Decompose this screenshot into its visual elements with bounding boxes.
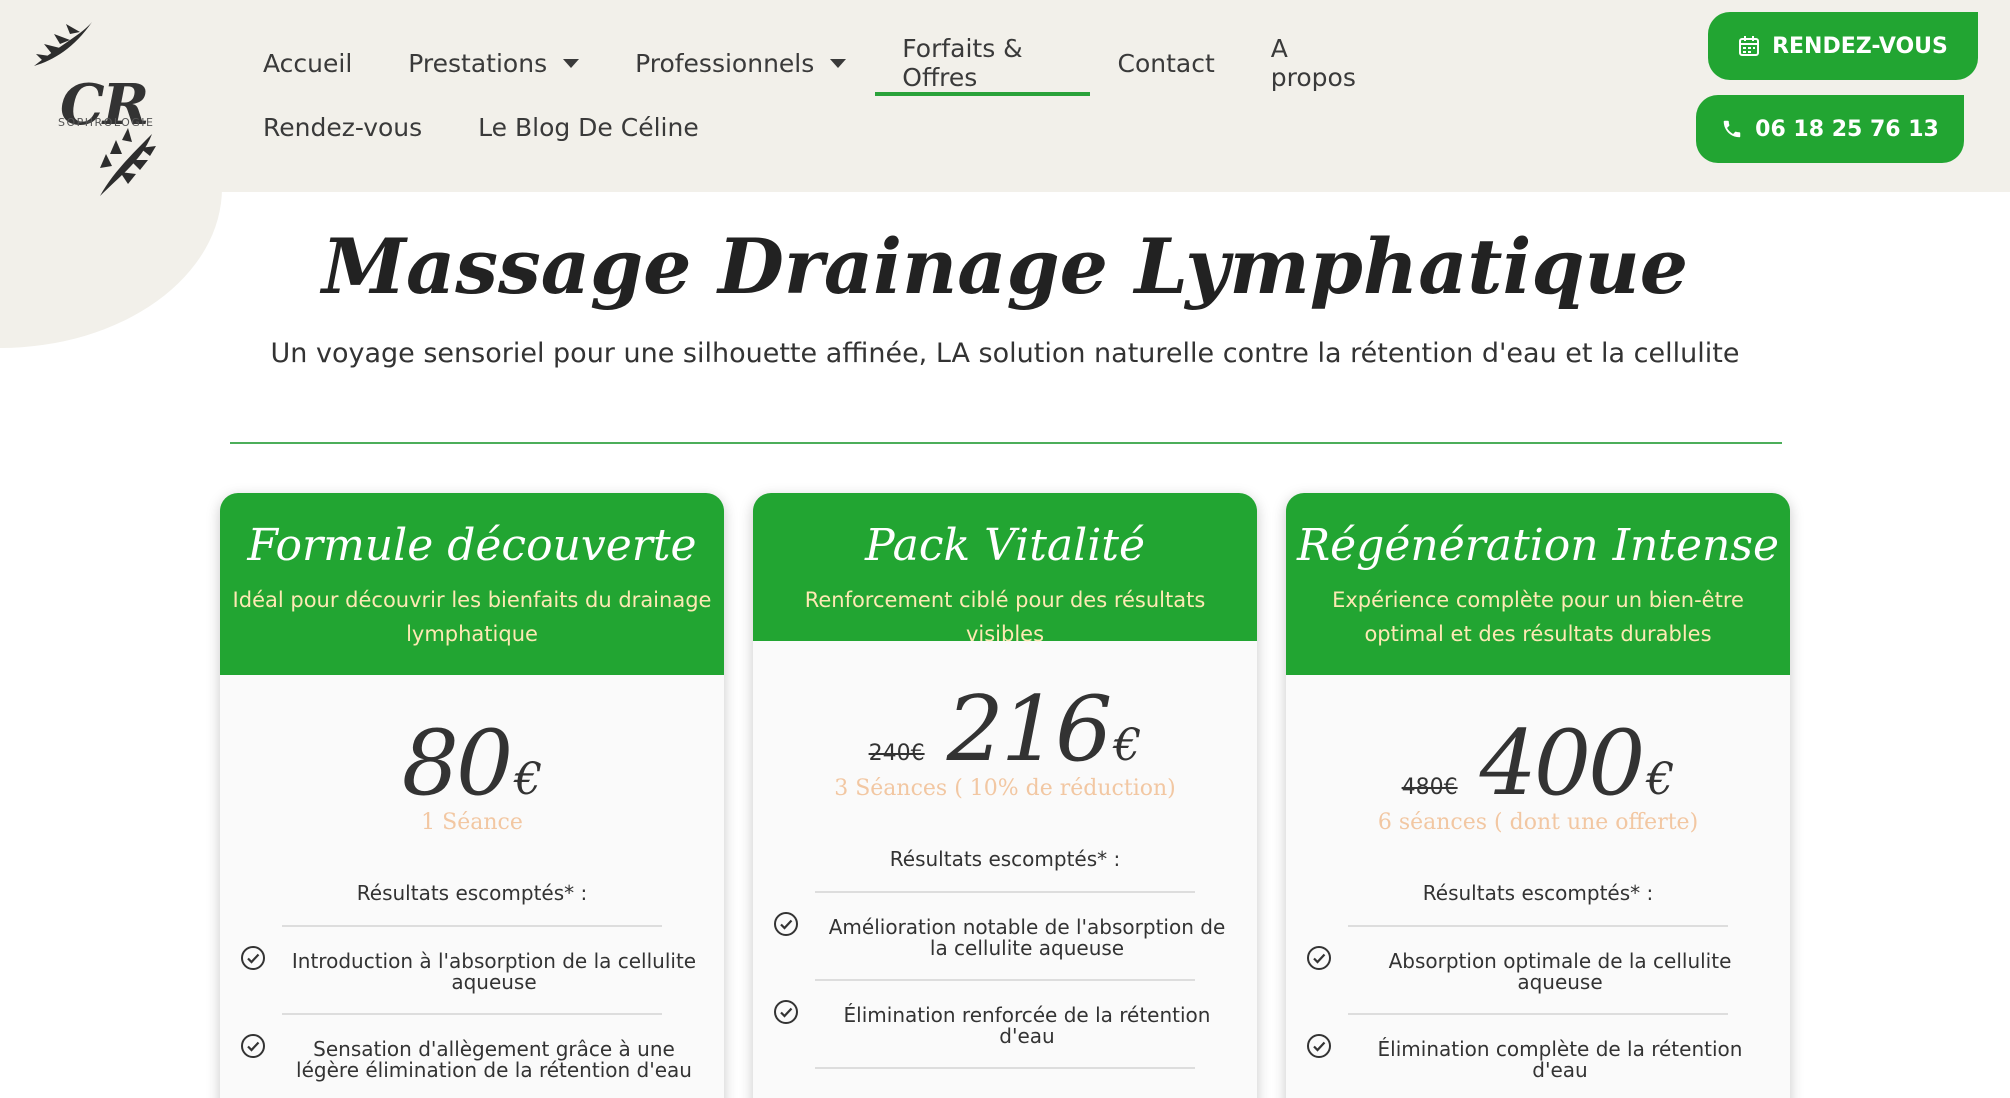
logo-subtitle: SOPHROLOGIE xyxy=(58,116,155,129)
nav-item-professionnels[interactable]: Professionnels xyxy=(635,40,847,86)
nav-item-accueil[interactable]: Accueil xyxy=(263,40,352,86)
phone-icon xyxy=(1723,120,1741,138)
pricing-card-vitalite: Pack Vitalité Renforcement ciblé pour de… xyxy=(753,493,1257,1098)
calendar-icon xyxy=(1739,36,1760,56)
card-title: Régénération Intense xyxy=(1297,520,1779,571)
nav-label: Contact xyxy=(1117,48,1215,78)
old-price: 480€ xyxy=(1401,775,1458,800)
results-label: Résultats escomptés* : xyxy=(1422,881,1654,905)
sessions-label: 6 séances ( dont une offerte) xyxy=(1377,810,1699,835)
page-subtitle: Un voyage sensoriel pour une silhouette … xyxy=(270,338,1740,369)
pricing-card-decouverte: Formule découverte Idéal pour découvrir … xyxy=(220,493,724,1098)
nav-item-apropos[interactable]: A propos xyxy=(1271,34,1357,92)
price-block: 480€ 400 € 6 séances ( dont une offerte) xyxy=(1286,711,1790,835)
price-value: 240€ 216 € xyxy=(869,677,1142,782)
price-amount: 216 xyxy=(946,677,1113,782)
section-divider xyxy=(230,442,1782,444)
card-header: Formule découverte Idéal pour découvrir … xyxy=(220,493,724,675)
nav-label: Prestations xyxy=(408,48,548,78)
price-block: 80 € 1 Séance xyxy=(220,711,724,835)
pricing-card-regeneration: Régénération Intense Expérience complète… xyxy=(1286,493,1790,1098)
nav-label: Professionnels xyxy=(635,48,815,78)
nav-label: Rendez-vous xyxy=(263,112,423,142)
results-label: Résultats escomptés* : xyxy=(356,881,588,905)
check-circle-icon xyxy=(774,1000,798,1024)
card-description: Expérience complète pour un bien-être op… xyxy=(1332,588,1744,646)
rendez-vous-button[interactable]: RENDEZ-VOUS xyxy=(1708,12,1978,80)
price-currency: € xyxy=(1646,754,1675,805)
feature-text: Élimination complète de la rétention d'e… xyxy=(1377,1037,1743,1082)
feature-item: Élimination complète de la rétention d'e… xyxy=(1286,1015,1790,1081)
old-price: 240€ xyxy=(868,741,925,766)
check-circle-icon xyxy=(774,912,798,936)
card-description: Renforcement ciblé pour des résultats vi… xyxy=(804,588,1206,646)
nav-label: Forfaits & Offres xyxy=(902,34,1023,92)
check-circle-icon xyxy=(1307,1034,1331,1058)
price-amount: 80 xyxy=(401,711,514,816)
card-title: Pack Vitalité xyxy=(864,520,1145,571)
card-header: Pack Vitalité Renforcement ciblé pour de… xyxy=(753,493,1257,646)
separator xyxy=(815,1067,1195,1069)
card-header: Régénération Intense Expérience complète… xyxy=(1286,493,1790,675)
sessions-label: 1 Séance xyxy=(421,810,523,835)
main-nav: Accueil Prestations Professionnels Forfa… xyxy=(263,34,1413,168)
price-value: 80 € xyxy=(402,711,543,816)
feature-text: Élimination renforcée de la rétention d'… xyxy=(843,1003,1211,1048)
check-circle-icon xyxy=(1307,946,1331,970)
feature-text: Introduction à l'absorption de la cellul… xyxy=(291,949,697,994)
results-label: Résultats escomptés* : xyxy=(889,847,1121,871)
feature-item: Élimination renforcée de la rétention d'… xyxy=(753,981,1257,1047)
page-title: Massage Drainage Lymphatique xyxy=(321,222,1689,311)
nav-item-blog[interactable]: Le Blog De Céline xyxy=(478,104,699,150)
feature-text: Absorption optimale de la cellulite aque… xyxy=(1388,949,1732,994)
nav-item-rendezvous[interactable]: Rendez-vous xyxy=(263,104,422,150)
chevron-down-icon xyxy=(563,58,580,68)
site-logo[interactable]: CR SOPHROLOGIE xyxy=(22,14,202,204)
check-circle-icon xyxy=(241,946,265,970)
chevron-down-icon xyxy=(830,58,847,68)
feature-item: Introduction à l'absorption de la cellul… xyxy=(220,927,724,993)
feature-item: Absorption optimale de la cellulite aque… xyxy=(1286,927,1790,993)
nav-item-forfaits[interactable]: Forfaits & Offres xyxy=(875,34,1090,96)
nav-item-prestations[interactable]: Prestations xyxy=(408,40,580,86)
check-circle-icon xyxy=(241,1034,265,1058)
phone-label: 06 18 25 76 13 xyxy=(1755,116,1939,142)
price-block: 240€ 216 € 3 Séances ( 10% de réduction) xyxy=(753,677,1257,801)
price-currency: € xyxy=(1113,720,1142,771)
rendez-vous-label: RENDEZ-VOUS xyxy=(1772,33,1948,59)
card-description: Idéal pour découvrir les bienfaits du dr… xyxy=(232,588,712,646)
price-amount: 400 xyxy=(1479,711,1646,816)
nav-label: Accueil xyxy=(263,48,353,78)
phone-button[interactable]: 06 18 25 76 13 xyxy=(1696,95,1964,163)
nav-item-contact[interactable]: Contact xyxy=(1118,40,1215,86)
nav-row-1: Accueil Prestations Professionnels Forfa… xyxy=(263,34,1413,96)
feature-item: Sensation d'allègement grâce à une légèr… xyxy=(220,1015,724,1081)
price-value: 480€ 400 € xyxy=(1402,711,1675,816)
card-title: Formule découverte xyxy=(247,520,697,571)
nav-label: Le Blog De Céline xyxy=(478,112,699,142)
feature-item: Amélioration notable de l'absorption de … xyxy=(753,893,1257,959)
feature-text: Amélioration notable de l'absorption de … xyxy=(828,915,1226,960)
feature-text: Sensation d'allègement grâce à une légèr… xyxy=(296,1037,692,1082)
price-currency: € xyxy=(514,754,543,805)
nav-row-2: Rendez-vous Le Blog De Céline xyxy=(263,104,1413,150)
nav-label: A propos xyxy=(1270,34,1356,92)
sessions-label: 3 Séances ( 10% de réduction) xyxy=(834,776,1176,801)
